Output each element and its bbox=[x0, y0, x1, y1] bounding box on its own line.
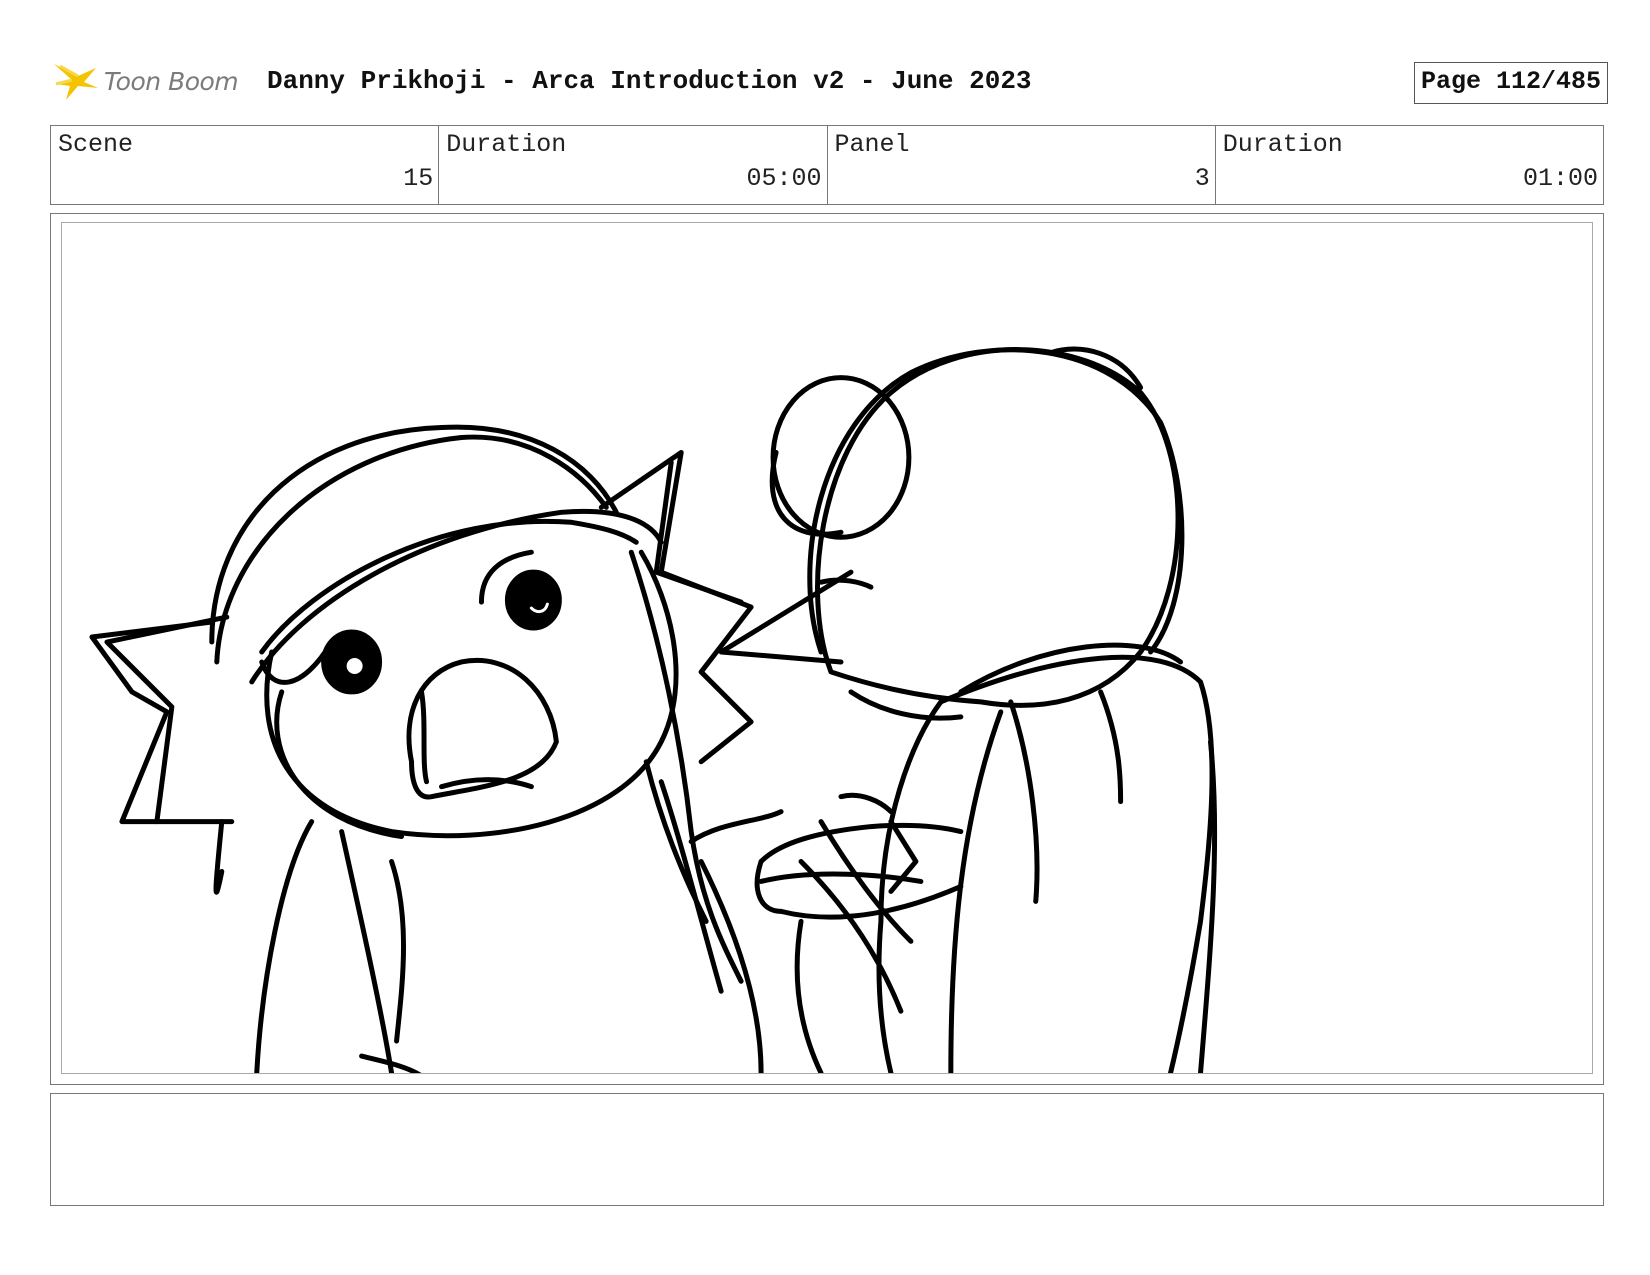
right-character-arm bbox=[758, 822, 964, 864]
logo-text: Toon Boom bbox=[104, 66, 239, 96]
scene-duration-value: 05:00 bbox=[746, 164, 822, 193]
panel-duration-label: Duration bbox=[1222, 130, 1343, 159]
scene-cell: Scene 15 bbox=[51, 126, 440, 204]
scene-duration-label: Duration bbox=[446, 130, 567, 159]
storyboard-panel bbox=[50, 213, 1604, 1085]
panel-label: Panel bbox=[834, 130, 910, 159]
panel-sketch bbox=[89, 346, 1218, 1073]
panel-value: 3 bbox=[1194, 164, 1210, 193]
toon-boom-star-icon bbox=[54, 64, 98, 100]
left-character-face bbox=[264, 549, 679, 839]
right-character-body bbox=[938, 654, 1215, 1073]
document-title: Danny Prikhoji - Arca Introduction v2 - … bbox=[267, 66, 1032, 96]
panel-cell: Panel 3 bbox=[828, 126, 1216, 204]
left-character-body bbox=[254, 819, 315, 1073]
page-header: Toon Boom Danny Prikhoji - Arca Introduc… bbox=[52, 56, 1608, 106]
panel-frame bbox=[61, 222, 1593, 1074]
panel-duration-cell: Duration 01:00 bbox=[1216, 126, 1603, 204]
panel-notes bbox=[50, 1093, 1604, 1206]
page-number: Page 112/485 bbox=[1413, 62, 1608, 104]
scene-label: Scene bbox=[58, 130, 134, 159]
left-character-eye-right bbox=[504, 569, 562, 631]
scene-value: 15 bbox=[403, 164, 434, 193]
right-character-bun bbox=[770, 375, 912, 540]
scene-duration-cell: Duration 05:00 bbox=[439, 126, 828, 204]
left-character-mouth bbox=[406, 658, 559, 800]
scene-info-table: Scene 15 Duration 05:00 Panel 3 Duration… bbox=[50, 125, 1604, 205]
toon-boom-logo: Toon Boom bbox=[52, 58, 252, 104]
panel-duration-value: 01:00 bbox=[1522, 164, 1598, 193]
